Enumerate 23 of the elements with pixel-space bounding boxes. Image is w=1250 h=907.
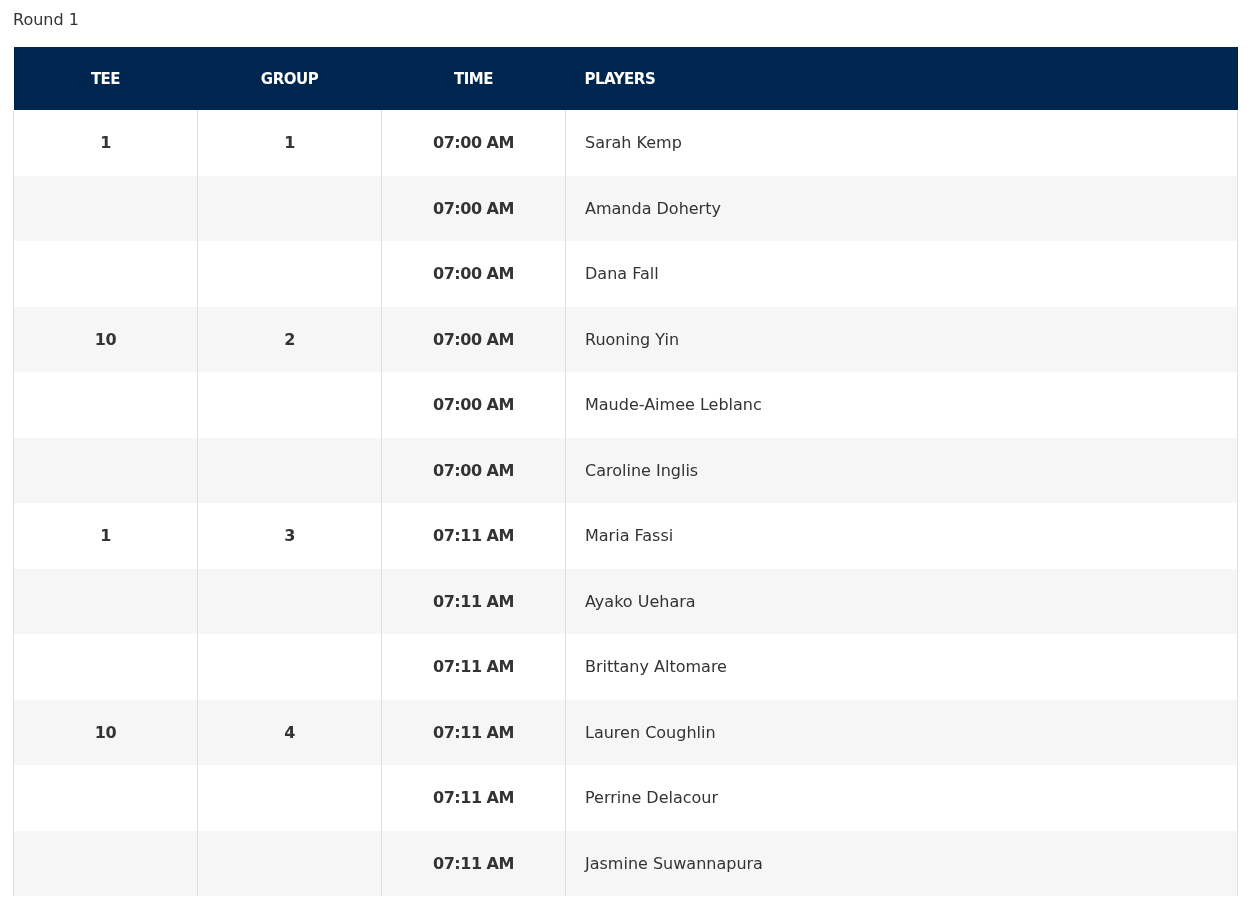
table-cell: 07:00 AM — [381, 372, 566, 438]
column-header: TIME — [381, 47, 566, 110]
table-cell: Perrine Delacour — [565, 765, 1238, 831]
table-cell: Dana Fall — [565, 241, 1238, 307]
table-cell: 1 — [13, 503, 198, 569]
table-cell: Brittany Altomare — [565, 634, 1238, 700]
table-cell: 3 — [197, 503, 382, 569]
table-cell: 07:11 AM — [381, 830, 566, 896]
table-cell: 07:00 AM — [381, 110, 566, 176]
round-title: Round 1 — [12, 9, 80, 31]
table-cell: 07:11 AM — [381, 634, 566, 700]
table-cell: Sarah Kemp — [565, 110, 1238, 176]
table-cell: Jasmine Suwannapura — [565, 830, 1238, 896]
table-cell: Maude-Aimee Leblanc — [565, 372, 1238, 438]
column-header: GROUP — [197, 47, 382, 110]
table-cell: 07:11 AM — [381, 503, 566, 569]
table-cell: 07:00 AM — [381, 241, 566, 307]
column-header: TEE — [13, 47, 198, 110]
table-cell: 07:11 AM — [381, 765, 566, 831]
column-header: PLAYERS — [565, 47, 1238, 110]
table-cell: Maria Fassi — [565, 503, 1238, 569]
table-cell: 1 — [13, 110, 198, 176]
table-cell: 1 — [197, 110, 382, 176]
